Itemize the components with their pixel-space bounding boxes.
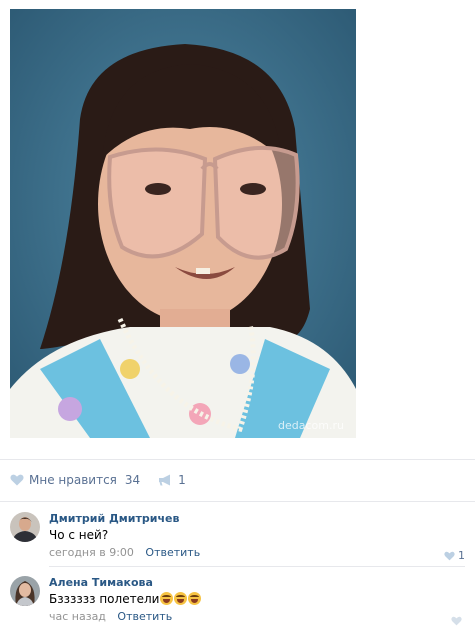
post-actions: Мне нравится 34 1 (10, 470, 186, 490)
comment-time[interactable]: час назад (49, 610, 106, 623)
comment-author[interactable]: Алена Тимакова (49, 576, 465, 590)
share-count: 1 (178, 473, 186, 487)
laughing-crying-emoji-icon (174, 592, 188, 605)
comment-like-count: 1 (458, 549, 465, 562)
comment-text: Чо с ней? (49, 528, 109, 542)
reply-link[interactable]: Ответить (145, 546, 200, 559)
megaphone-icon (159, 474, 171, 486)
comment-meta: час назад Ответить (49, 610, 465, 624)
comment-text-row: Бзззззз полетели (49, 592, 465, 607)
comment-like-button[interactable] (451, 616, 465, 626)
divider (49, 566, 465, 567)
reply-link[interactable]: Ответить (117, 610, 172, 623)
share-button[interactable]: 1 (158, 473, 186, 487)
comment-text: Бзззззз полетели (49, 592, 160, 606)
heart-icon (451, 616, 462, 626)
heart-icon (10, 474, 24, 486)
like-label: Мне нравится (29, 473, 117, 487)
comment-like-button[interactable]: 1 (444, 549, 465, 562)
divider (0, 459, 475, 460)
divider (0, 501, 475, 502)
laughing-crying-emoji-icon (160, 592, 174, 605)
avatar[interactable] (10, 512, 40, 542)
comment-body: Дмитрий Дмитричев Чо с ней? сегодня в 9:… (49, 512, 465, 560)
photo-watermark: dedacom.ru (278, 419, 344, 432)
heart-icon (444, 551, 455, 560)
like-count: 34 (124, 473, 141, 487)
like-button[interactable]: Мне нравится 34 (10, 473, 140, 487)
comment-time[interactable]: сегодня в 9:00 (49, 546, 134, 559)
comment-author[interactable]: Дмитрий Дмитричев (49, 512, 465, 526)
comment-meta: сегодня в 9:00 Ответить (49, 546, 465, 560)
avatar[interactable] (10, 576, 40, 606)
post-photo[interactable]: dedacom.ru (10, 9, 356, 438)
comment: Алена Тимакова Бзззззз полетели час наза… (10, 576, 465, 628)
comment-body: Алена Тимакова Бзззззз полетели час наза… (49, 576, 465, 624)
comment: Дмитрий Дмитричев Чо с ней? сегодня в 9:… (10, 512, 465, 564)
laughing-crying-emoji-icon (188, 592, 202, 605)
